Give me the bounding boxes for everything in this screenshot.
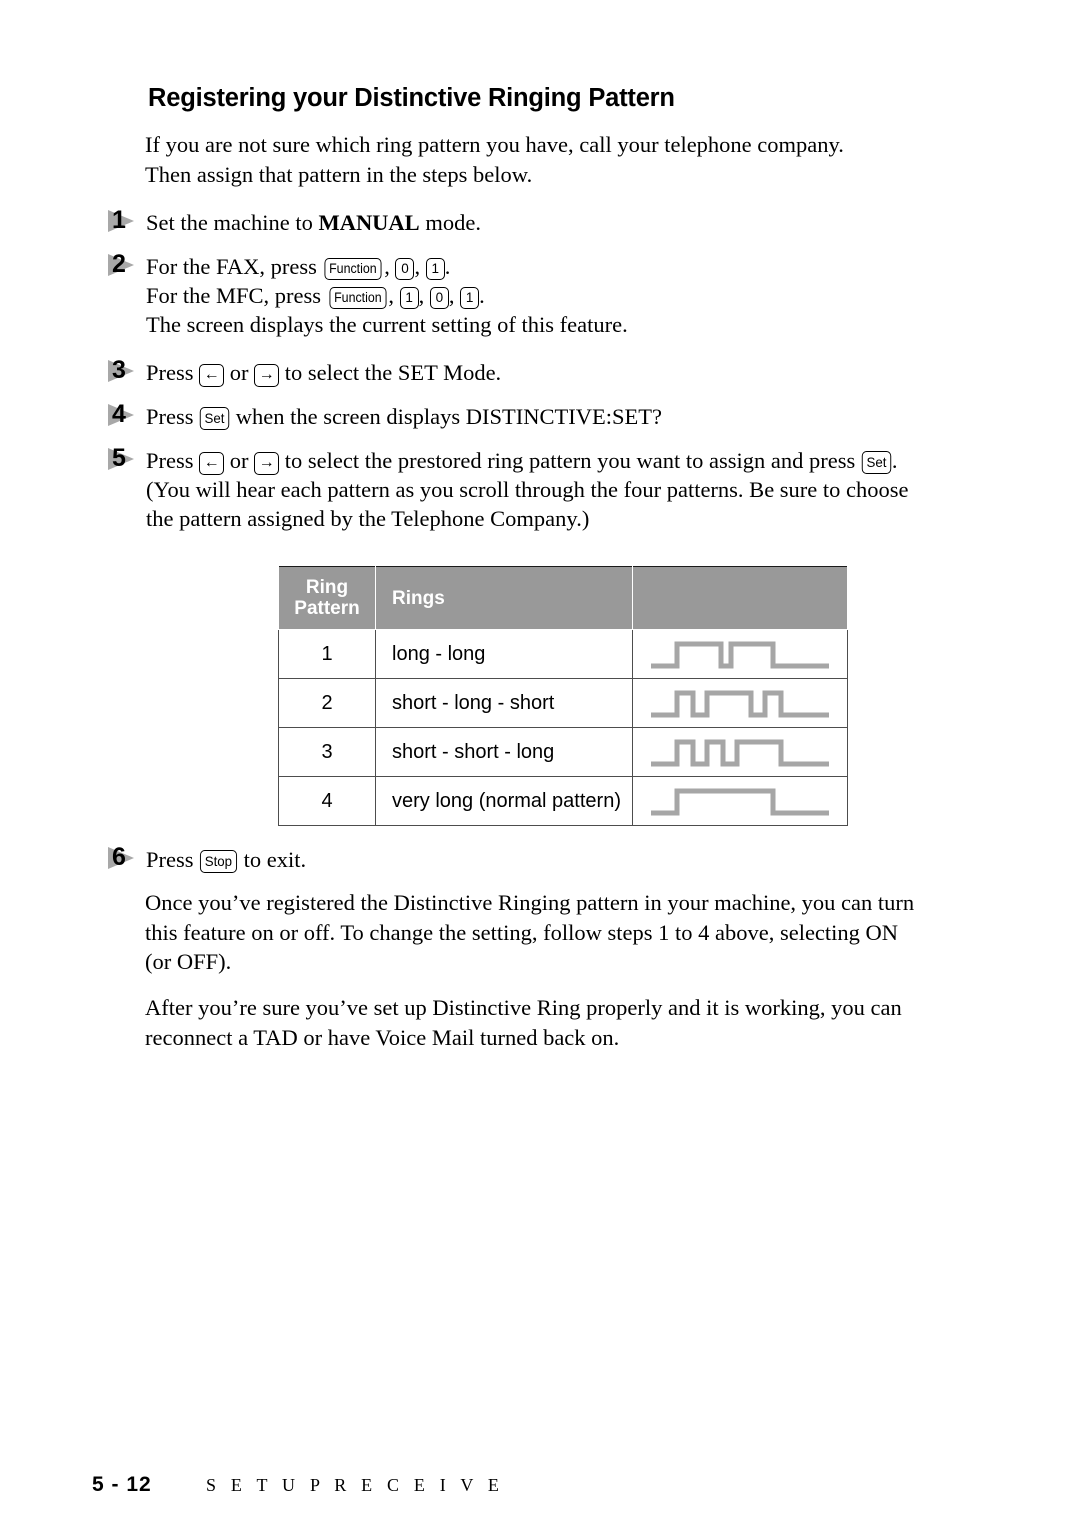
step-1: 1 Set the machine to MANUAL mode. <box>108 206 918 237</box>
intro-paragraph: If you are not sure which ring pattern y… <box>145 132 844 187</box>
table-row: 1 long - long <box>278 629 848 679</box>
table-header: Ring Pattern Rings <box>278 566 848 630</box>
step-1-text-b: mode. <box>419 210 481 235</box>
arrow-left-key-icon[interactable]: ← <box>199 364 225 387</box>
digit-key-0-icon[interactable]: 0 <box>429 287 449 309</box>
table-row: 2 short - long - short <box>278 678 848 728</box>
cell-rings: very long (normal pattern) <box>375 776 633 826</box>
step-5-text: Press ← or → to select the prestored rin… <box>146 446 918 533</box>
step-number-marker: 6 <box>108 843 144 873</box>
cell-rings: short - short - long <box>375 727 633 777</box>
step-5-mid: or <box>224 448 255 473</box>
cell-waveform-short-long-short <box>632 678 848 728</box>
stop-key-icon[interactable]: Stop <box>200 850 237 873</box>
step-number: 6 <box>112 843 126 871</box>
step-6-prefix: Press <box>146 847 200 872</box>
step-2-text: For the FAX, press Function, 0, 1. For t… <box>146 252 918 339</box>
footer-section-label: S E T U P R E C E I V E <box>206 1475 505 1495</box>
step-6-suffix: to exit. <box>237 847 307 872</box>
step-3-text: Press ← or → to select the SET Mode. <box>146 358 918 387</box>
step-2-line-2-prefix: For the MFC, press <box>146 283 327 308</box>
cell-ring-pattern: 2 <box>278 678 376 728</box>
step-number: 3 <box>112 356 126 384</box>
column-header-ring-pattern-line1: Ring <box>305 577 349 598</box>
column-header-waveform <box>632 566 848 630</box>
waveform-short-long-short-icon <box>651 690 829 718</box>
step-6-text: Press Stop to exit. <box>146 845 918 874</box>
arrow-left-key-icon[interactable]: ← <box>199 452 225 475</box>
step-4-suffix: when the screen displays DISTINCTIVE:SET… <box>230 404 662 429</box>
step-2: 2 For the FAX, press Function, 0, 1. For… <box>108 250 918 339</box>
waveform-short-short-long-icon <box>651 739 829 767</box>
set-key-icon[interactable]: Set <box>861 451 892 474</box>
closing-paragraph-2: After you’re sure you’ve set up Distinct… <box>145 995 902 1050</box>
step-3-mid: or <box>224 360 255 385</box>
step-2-line-2: For the MFC, press Function, 1, 0, 1. <box>146 283 485 309</box>
page-title: Registering your Distinctive Ringing Pat… <box>148 84 675 112</box>
cell-ring-pattern: 3 <box>278 727 376 777</box>
cell-waveform-long-long <box>632 629 848 679</box>
arrow-right-key-icon[interactable]: → <box>254 452 280 475</box>
step-4: 4 Press Set when the screen displays DIS… <box>108 400 918 431</box>
column-header-ring-pattern-line2: Pattern <box>294 598 360 619</box>
cell-rings: long - long <box>375 629 633 679</box>
digit-key-0-icon[interactable]: 0 <box>395 258 415 280</box>
step-number-marker: 3 <box>108 356 144 386</box>
cell-ring-pattern: 1 <box>278 629 376 679</box>
page-footer: 5 - 12 S E T U P R E C E I V E <box>92 1473 992 1503</box>
step-3-prefix: Press <box>146 360 200 385</box>
manual-keyword: MANUAL <box>318 210 420 235</box>
step-number-marker: 4 <box>108 400 144 430</box>
step-4-text: Press Set when the screen displays DISTI… <box>146 402 918 431</box>
table-row: 4 very long (normal pattern) <box>278 776 848 826</box>
cell-ring-pattern: 4 <box>278 776 376 826</box>
step-4-prefix: Press <box>146 404 200 429</box>
step-2-line-1-prefix: For the FAX, press <box>146 254 323 279</box>
step-5: 5 Press ← or → to select the prestored r… <box>108 444 918 533</box>
table-row: 3 short - short - long <box>278 727 848 777</box>
cell-rings: short - long - short <box>375 678 633 728</box>
step-number: 1 <box>112 206 126 234</box>
waveform-very-long-icon <box>651 788 829 816</box>
function-key-icon[interactable]: Function <box>329 287 386 309</box>
function-key-icon[interactable]: Function <box>324 258 382 280</box>
step-6: 6 Press Stop to exit. <box>108 843 918 874</box>
ring-pattern-table: Ring Pattern Rings 1 long - long 2 short… <box>278 566 848 826</box>
step-number: 4 <box>112 400 126 428</box>
step-number-marker: 5 <box>108 444 144 474</box>
cell-waveform-short-short-long <box>632 727 848 777</box>
closing-paragraph-1: Once you’ve registered the Distinctive R… <box>145 890 915 974</box>
digit-key-1-icon[interactable]: 1 <box>399 287 419 309</box>
table-header-row: Ring Pattern Rings <box>278 566 848 630</box>
column-header-ring-pattern: Ring Pattern <box>278 566 376 630</box>
step-2-line-3: The screen displays the current setting … <box>146 312 628 337</box>
waveform-long-long-icon <box>651 641 829 669</box>
cell-waveform-very-long <box>632 776 848 826</box>
digit-key-1-icon[interactable]: 1 <box>460 287 480 309</box>
column-header-rings: Rings <box>375 566 633 630</box>
step-5-text-a: to select the prestored ring pattern you… <box>279 448 861 473</box>
step-number: 2 <box>112 250 126 278</box>
step-3: 3 Press ← or → to select the SET Mode. <box>108 356 918 387</box>
step-1-text-a: Set the machine to <box>146 210 319 235</box>
digit-key-1-icon[interactable]: 1 <box>425 258 445 280</box>
step-number-marker: 1 <box>108 206 144 236</box>
step-3-suffix: to select the SET Mode. <box>279 360 502 385</box>
footer-page-number: 5 - 12 <box>92 1473 152 1496</box>
table-body: 1 long - long 2 short - long - short 3 s… <box>278 629 848 826</box>
step-1-text: Set the machine to MANUAL mode. <box>146 208 918 237</box>
step-2-line-1: For the FAX, press Function, 0, 1. <box>146 254 451 280</box>
step-number: 5 <box>112 444 126 472</box>
step-number-marker: 2 <box>108 250 144 280</box>
set-key-icon[interactable]: Set <box>199 407 230 430</box>
arrow-right-key-icon[interactable]: → <box>254 364 280 387</box>
step-5-prefix: Press <box>146 448 200 473</box>
